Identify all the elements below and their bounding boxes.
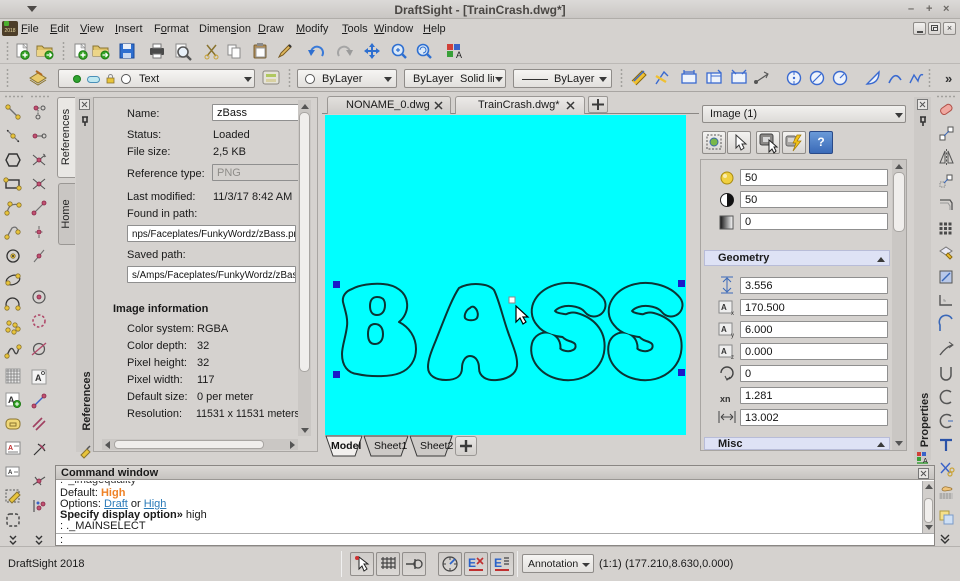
svg-text:z: z — [731, 355, 734, 361]
svg-text:A: A — [8, 445, 13, 452]
svg-text:A: A — [456, 50, 462, 60]
svg-text:A: A — [721, 325, 727, 334]
svg-text:A: A — [923, 458, 928, 465]
svg-text:x: x — [731, 311, 734, 317]
svg-text:E: E — [494, 556, 502, 570]
svg-text:A: A — [721, 303, 727, 312]
svg-text:y: y — [731, 333, 734, 339]
svg-text:E: E — [468, 556, 476, 570]
svg-text:A: A — [721, 347, 727, 356]
svg-text:A: A — [8, 470, 13, 476]
svg-text:A: A — [35, 373, 42, 383]
svg-text:xn: xn — [720, 394, 731, 404]
svg-text:»: » — [945, 71, 952, 86]
